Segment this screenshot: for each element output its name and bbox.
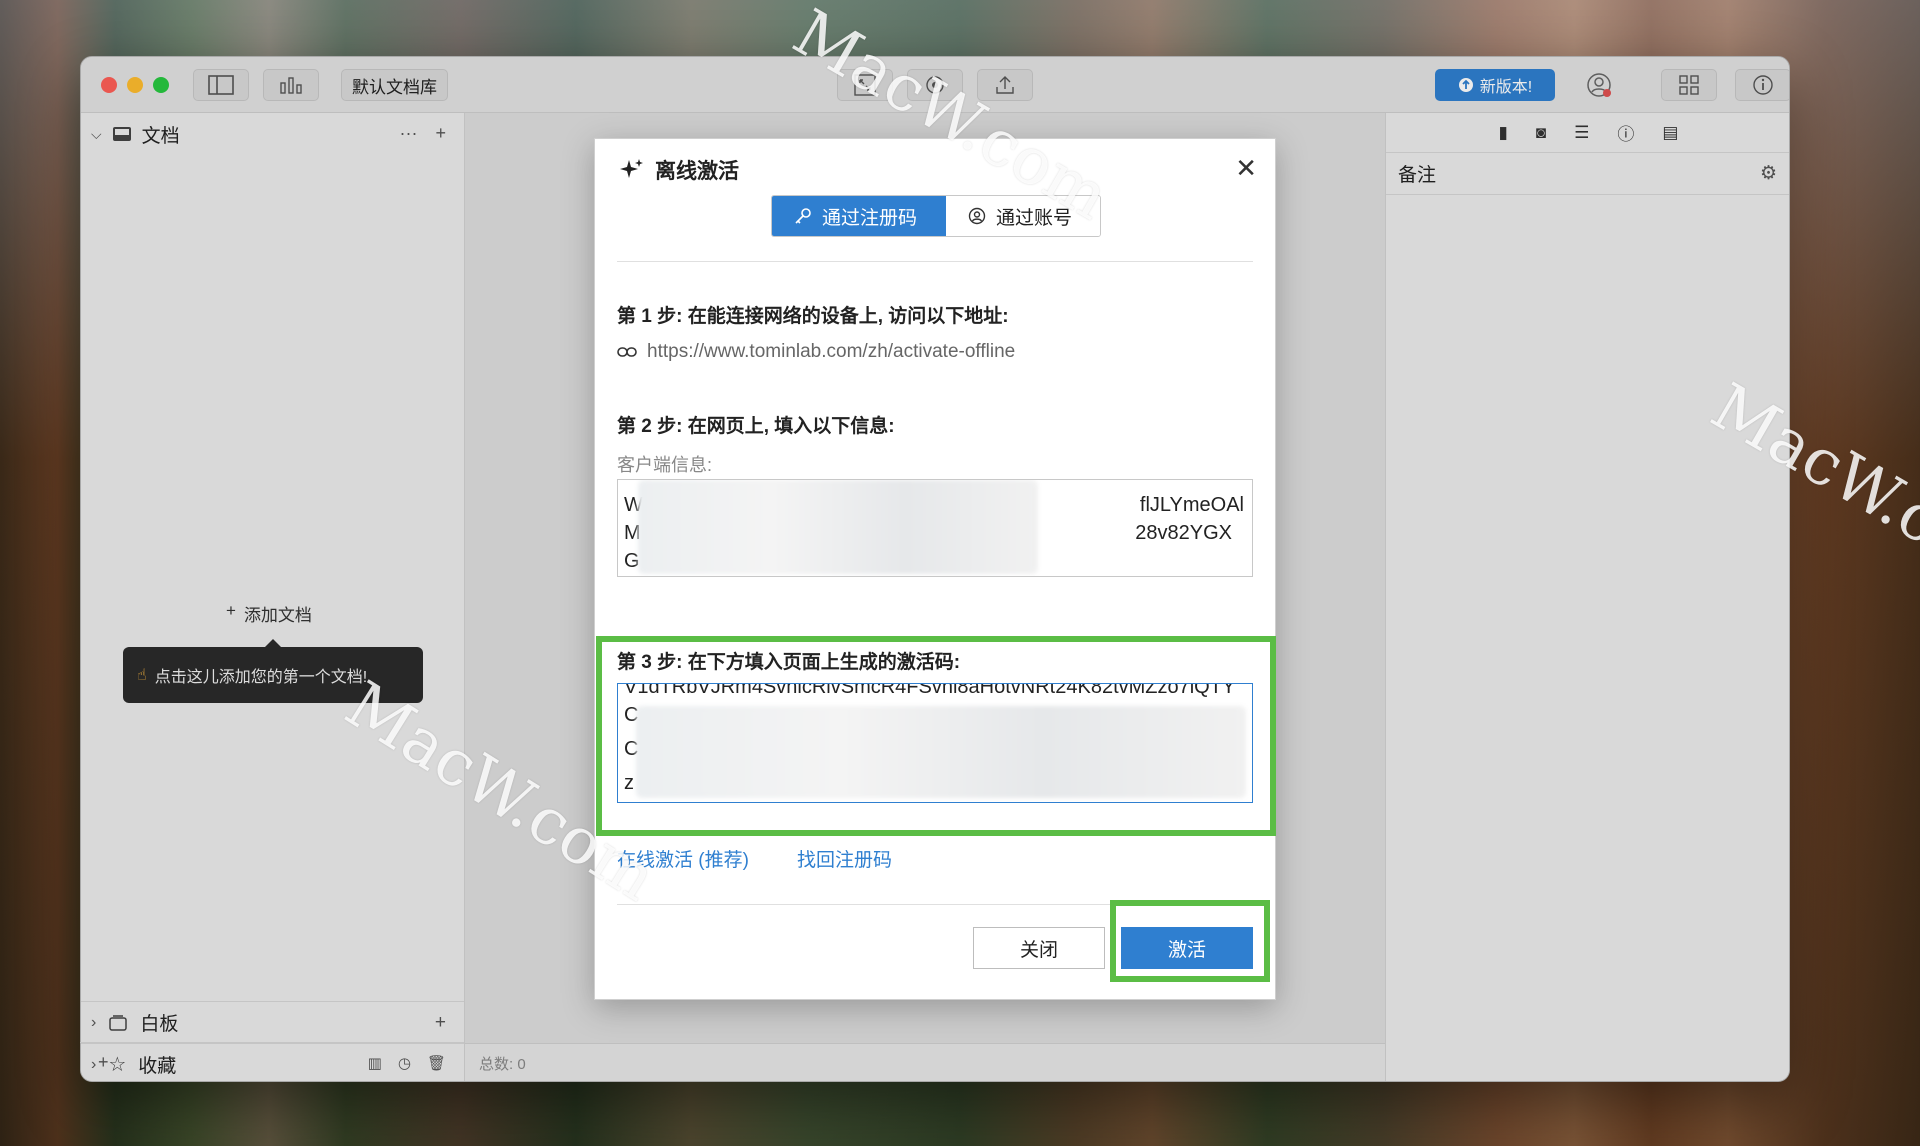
activation-url[interactable]: https://www.tominlab.com/zh/activate-off… xyxy=(617,341,1015,363)
tab-registration-code-label: 通过注册码 xyxy=(822,207,918,229)
divider xyxy=(617,261,1253,262)
user-circle-icon xyxy=(968,207,986,225)
activate-button-highlight xyxy=(1110,900,1270,982)
tab-registration-code[interactable]: 通过注册码 xyxy=(772,196,946,236)
close-icon[interactable]: ✕ xyxy=(1235,153,1257,184)
dialog-title: 离线激活 xyxy=(619,155,739,185)
dialog-title-text: 离线激活 xyxy=(655,160,739,183)
client-info-field[interactable]: W flJLYmeOAl M 28v82YGX G xyxy=(617,479,1253,577)
step-2-instruction: 第 2 步: 在网页上, 填入以下信息: xyxy=(617,416,895,437)
sparkle-icon xyxy=(620,159,643,178)
step-1-instruction: 第 1 步: 在能连接网络的设备上, 访问以下地址: xyxy=(617,306,1009,327)
close-button[interactable]: 关闭 xyxy=(973,927,1105,969)
redacted-region xyxy=(638,480,1038,574)
link-icon xyxy=(617,347,637,357)
step-3-highlight xyxy=(596,636,1276,836)
key-icon xyxy=(795,208,811,224)
offline-activation-dialog: 离线激活 ✕ 通过注册码 通过账号 第 1 步: 在能连接网络的设备上, 访问以… xyxy=(594,138,1276,1000)
activation-url-text[interactable]: https://www.tominlab.com/zh/activate-off… xyxy=(647,341,1015,363)
recover-code-link[interactable]: 找回注册码 xyxy=(797,845,892,872)
client-info-label: 客户端信息: xyxy=(617,455,713,475)
